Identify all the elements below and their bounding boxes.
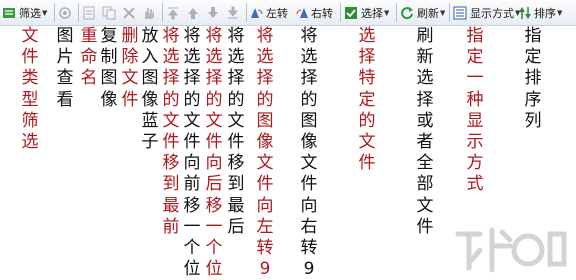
move-last-button[interactable] — [226, 3, 240, 22]
annotation-rotate-left: 将选择的图像文件向左转9 — [256, 26, 274, 280]
chevron-down-icon: ▼ — [557, 8, 563, 17]
refresh-label: 刷新 — [417, 6, 439, 20]
annotation-refresh: 刷新选择或者全部文件 — [416, 26, 434, 237]
refresh-icon — [401, 6, 413, 19]
rotate-right-label: 右转 — [311, 6, 333, 20]
toolbar-separator — [162, 3, 163, 22]
checkbox-icon — [345, 6, 357, 19]
rotate-right-button[interactable]: 右转 — [295, 3, 333, 22]
annotation-sort-order: 指定排序列 — [524, 26, 542, 131]
rename-icon — [83, 6, 95, 19]
annotation-view-image: 图片查看 — [56, 26, 74, 110]
rotate-left-label: 左转 — [266, 6, 288, 20]
delete-button[interactable] — [122, 3, 136, 22]
toolbar-separator — [54, 3, 55, 22]
copy-icon — [102, 6, 116, 19]
sort-label: 排序 — [534, 6, 556, 20]
display-mode-label: 显示方式 — [470, 6, 514, 20]
filter-icon — [3, 7, 15, 18]
delete-icon — [123, 6, 135, 19]
rename-button[interactable] — [82, 3, 96, 22]
select-button[interactable]: 选择 ▼ — [344, 3, 389, 22]
move-first-button[interactable] — [166, 3, 180, 22]
arrow-down-icon — [208, 6, 218, 18]
chevron-down-icon: ▼ — [440, 8, 446, 17]
annotation-move-forward: 将选择的文件向前移一个位 — [183, 26, 201, 280]
view-icon — [59, 6, 71, 19]
annotation-select-specific: 选择特定的文件 — [358, 26, 376, 174]
toolbar-separator — [396, 3, 397, 22]
toolbar-separator — [449, 3, 450, 22]
display-mode-icon — [453, 6, 467, 19]
toolbar-separator — [246, 3, 247, 22]
move-forward-button[interactable] — [186, 3, 200, 22]
view-image-button[interactable] — [58, 3, 72, 22]
filter-button[interactable]: 筛选 ▼ — [2, 3, 47, 22]
annotation-move-backward: 将选择的文件向后移一个位 — [205, 26, 223, 280]
chevron-down-icon: ▼ — [384, 8, 390, 17]
annotation-rename: 重命名 — [80, 26, 98, 89]
filter-label: 筛选 — [19, 6, 41, 20]
chevron-down-icon: ▼ — [42, 8, 48, 17]
toolbar: 筛选 ▼ 左转 右转 选择 ▼ 刷新 ▼ 显示方式 ▼ 排序 ▼ — [0, 0, 576, 26]
display-mode-button[interactable]: 显示方式 ▼ — [453, 3, 520, 22]
annotation-delete-file: 删除文件 — [121, 26, 139, 110]
hand-icon — [145, 7, 154, 19]
toolbar-separator — [78, 3, 79, 22]
annotation-file-type-filter: 文件类型筛选 — [21, 26, 39, 153]
basket-button[interactable] — [142, 3, 156, 22]
toolbar-separator — [340, 3, 341, 22]
rotate-left-button[interactable]: 左转 — [250, 3, 288, 22]
select-label: 选择 — [361, 6, 383, 20]
annotation-move-to-last: 将选择的文件移到最后 — [227, 26, 245, 237]
watermark-logo — [455, 227, 567, 273]
rotate-left-icon — [251, 7, 263, 18]
refresh-button[interactable]: 刷新 ▼ — [400, 3, 445, 22]
annotation-copy-image: 复制图像 — [100, 26, 118, 110]
copy-button[interactable] — [102, 3, 116, 22]
rotate-right-icon — [296, 7, 308, 18]
annotation-rotate-right: 将选择的图像文件向右转9 — [300, 26, 318, 280]
move-bottom-icon — [227, 6, 239, 18]
annotation-move-to-front: 将选择的文件移到最前 — [162, 26, 180, 237]
move-backward-button[interactable] — [206, 3, 220, 22]
move-top-icon — [167, 7, 179, 19]
sort-icon — [519, 6, 531, 19]
sort-button[interactable]: 排序 ▼ — [518, 3, 562, 22]
annotation-display-mode: 指定一种显示方式 — [466, 26, 484, 195]
annotation-zoom-image: 放入图像蓝子 — [141, 26, 159, 153]
arrow-up-icon — [188, 7, 198, 19]
